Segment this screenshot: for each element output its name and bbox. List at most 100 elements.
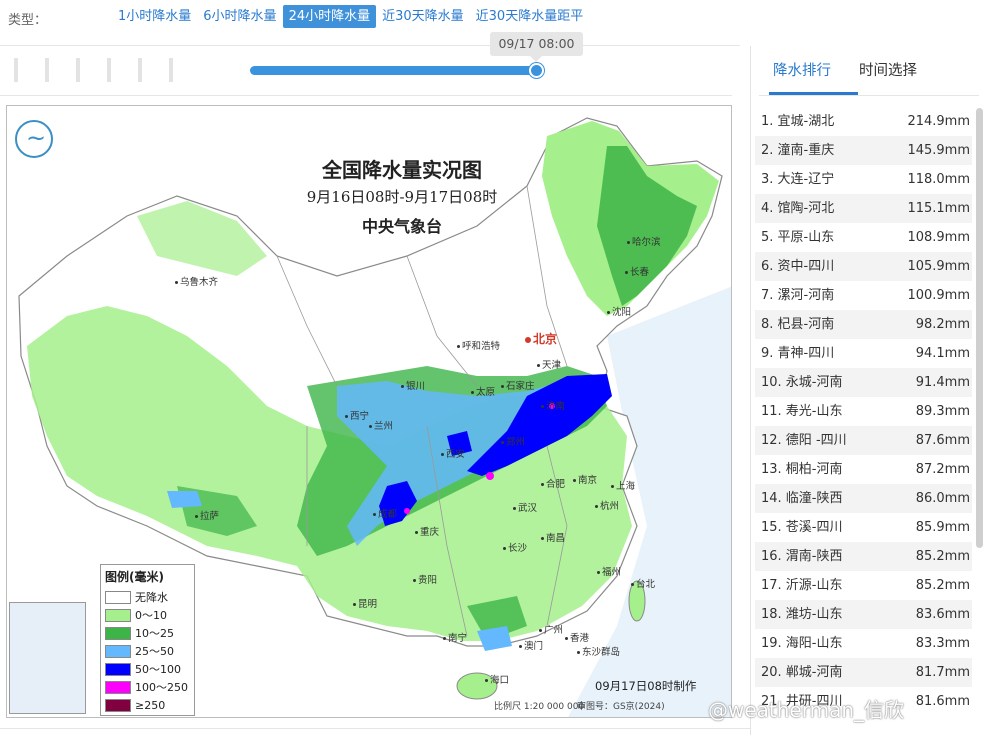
tab-1h-precip[interactable]: 1小时降水量 bbox=[112, 5, 197, 28]
ranking-row[interactable]: 20. 郸城-河南 81.7mm bbox=[755, 658, 972, 687]
ranking-row[interactable]: 13. 桐柏-河南 87.2mm bbox=[755, 455, 972, 484]
ranking-row[interactable]: 9. 青神-四川 94.1mm bbox=[755, 339, 972, 368]
tab-precip-ranking[interactable]: 降水排行 bbox=[773, 59, 831, 80]
ranking-value: 87.6mm bbox=[915, 433, 970, 448]
tick[interactable] bbox=[169, 58, 173, 82]
ranking-value: 85.2mm bbox=[915, 578, 970, 593]
tick[interactable] bbox=[138, 58, 142, 82]
divider bbox=[0, 728, 750, 729]
city-label: 长沙 bbox=[503, 540, 527, 554]
ranking-value: 86.0mm bbox=[915, 491, 970, 506]
legend-label: 100～250 bbox=[135, 681, 188, 694]
city-label: 济南 bbox=[541, 398, 565, 412]
divider bbox=[0, 45, 740, 46]
city-label: 哈尔滨 bbox=[627, 234, 661, 248]
ranking-station: 10. 永城-河南 bbox=[761, 375, 843, 390]
ranking-station: 17. 沂源-山东 bbox=[761, 578, 843, 593]
legend-label: 无降水 bbox=[135, 591, 168, 604]
ranking-list: 1. 宜城-湖北 214.9mm 2. 潼南-重庆 145.9mm 3. 大连-辽宁 11… bbox=[755, 107, 972, 716]
ranking-station: 6. 资中-四川 bbox=[761, 259, 835, 274]
city-label: 昆明 bbox=[353, 596, 377, 610]
ranking-value: 115.1mm bbox=[907, 201, 970, 216]
ranking-value: 98.2mm bbox=[915, 317, 970, 332]
city-label: 石家庄 bbox=[501, 378, 535, 392]
precip-type-bar: 类型： 1小时降水量 6小时降水量 24小时降水量 近30天降水量 近30天降水… bbox=[0, 0, 985, 34]
ranking-row[interactable]: 6. 资中-四川 105.9mm bbox=[755, 252, 972, 281]
ranking-row[interactable]: 14. 临潼-陕西 86.0mm bbox=[755, 484, 972, 513]
ranking-station: 1. 宜城-湖北 bbox=[761, 114, 835, 129]
city-label: 乌鲁木齐 bbox=[175, 274, 218, 288]
panel-tabs: 降水排行 时间选择 bbox=[759, 46, 979, 96]
tab-30d-anomaly[interactable]: 近30天降水量距平 bbox=[470, 5, 590, 28]
tick[interactable] bbox=[45, 58, 49, 82]
ranking-row[interactable]: 18. 潍坊-山东 83.6mm bbox=[755, 600, 972, 629]
time-slider-handle[interactable] bbox=[529, 63, 544, 78]
south-china-sea-inset bbox=[9, 602, 86, 714]
ranking-row[interactable]: 12. 德阳 -四川 87.6mm bbox=[755, 426, 972, 455]
ranking-value: 89.3mm bbox=[915, 404, 970, 419]
ranking-row[interactable]: 1. 宜城-湖北 214.9mm bbox=[755, 107, 972, 136]
map-made-time: 09月17日08时制作 bbox=[595, 679, 697, 693]
city-label: 东沙群岛 bbox=[577, 644, 620, 658]
divider bbox=[0, 95, 732, 96]
legend-swatch bbox=[105, 644, 131, 658]
map-review-number: 审图号：GS京(2024) bbox=[577, 702, 665, 712]
legend-swatch bbox=[105, 626, 131, 640]
city-label: 呼和浩特 bbox=[457, 338, 500, 352]
map-title: 全国降水量实况图 bbox=[322, 158, 482, 182]
ranking-row[interactable]: 3. 大连-辽宁 118.0mm bbox=[755, 165, 972, 194]
city-label: 南昌 bbox=[541, 530, 565, 544]
city-label: 沈阳 bbox=[607, 304, 631, 318]
ranking-row[interactable]: 10. 永城-河南 91.4mm bbox=[755, 368, 972, 397]
ranking-row[interactable]: 15. 苍溪-四川 85.9mm bbox=[755, 513, 972, 542]
city-label: 太原 bbox=[471, 384, 495, 398]
ranking-row[interactable]: 11. 寿光-山东 89.3mm bbox=[755, 397, 972, 426]
tab-30d-precip[interactable]: 近30天降水量 bbox=[376, 5, 470, 28]
ranking-row[interactable]: 7. 漯河-河南 100.9mm bbox=[755, 281, 972, 310]
legend-item: 25～50 bbox=[105, 642, 190, 660]
precip-100-250 bbox=[486, 472, 494, 480]
tab-time-select[interactable]: 时间选择 bbox=[859, 59, 917, 80]
legend-label: ≥250 bbox=[135, 698, 166, 712]
ranking-row[interactable]: 4. 馆陶-河北 115.1mm bbox=[755, 194, 972, 223]
city-label: 兰州 bbox=[369, 418, 393, 432]
active-tab-underline bbox=[769, 92, 858, 95]
city-label: 长春 bbox=[625, 264, 649, 278]
map-agency: 中央气象台 bbox=[361, 217, 442, 236]
ranking-station: 20. 郸城-河南 bbox=[761, 665, 843, 680]
ranking-scrollbar[interactable] bbox=[976, 108, 983, 548]
legend-title: 图例(毫米) bbox=[105, 570, 164, 584]
city-capital: 北京 bbox=[525, 330, 557, 347]
legend-swatch bbox=[105, 698, 131, 712]
legend-item: 10～25 bbox=[105, 624, 190, 642]
tick[interactable] bbox=[107, 58, 111, 82]
tick[interactable] bbox=[14, 58, 18, 82]
city-label: 贵阳 bbox=[413, 572, 437, 586]
ranking-row[interactable]: 8. 杞县-河南 98.2mm bbox=[755, 310, 972, 339]
ranking-row[interactable]: 19. 海阳-山东 83.3mm bbox=[755, 629, 972, 658]
city-label: 广州 bbox=[539, 622, 563, 636]
ranking-row[interactable]: 2. 潼南-重庆 145.9mm bbox=[755, 136, 972, 165]
ranking-station: 5. 平原-山东 bbox=[761, 230, 835, 245]
legend-item: 100～250 bbox=[105, 678, 190, 696]
ranking-station: 13. 桐柏-河南 bbox=[761, 462, 843, 477]
ranking-station: 2. 潼南-重庆 bbox=[761, 143, 835, 158]
legend-item: 无降水 bbox=[105, 588, 190, 606]
ranking-value: 105.9mm bbox=[907, 259, 970, 274]
time-slider-track[interactable] bbox=[250, 66, 538, 75]
ranking-station: 14. 临潼-陕西 bbox=[761, 491, 843, 506]
ranking-value: 91.4mm bbox=[915, 375, 970, 390]
legend-label: 0～10 bbox=[135, 609, 167, 622]
tab-24h-precip[interactable]: 24小时降水量 bbox=[282, 5, 377, 28]
city-label: 拉萨 bbox=[195, 508, 219, 522]
tab-6h-precip[interactable]: 6小时降水量 bbox=[197, 5, 282, 28]
ranking-row[interactable]: 5. 平原-山东 108.9mm bbox=[755, 223, 972, 252]
tick[interactable] bbox=[76, 58, 80, 82]
ranking-row[interactable]: 16. 渭南-陕西 85.2mm bbox=[755, 542, 972, 571]
ranking-value: 118.0mm bbox=[907, 172, 970, 187]
ranking-row[interactable]: 17. 沂源-山东 85.2mm bbox=[755, 571, 972, 600]
city-label: 海口 bbox=[485, 672, 509, 686]
ranking-station: 3. 大连-辽宁 bbox=[761, 172, 835, 187]
city-label: 成都 bbox=[373, 506, 397, 520]
ranking-station: 4. 馆陶-河北 bbox=[761, 201, 835, 216]
